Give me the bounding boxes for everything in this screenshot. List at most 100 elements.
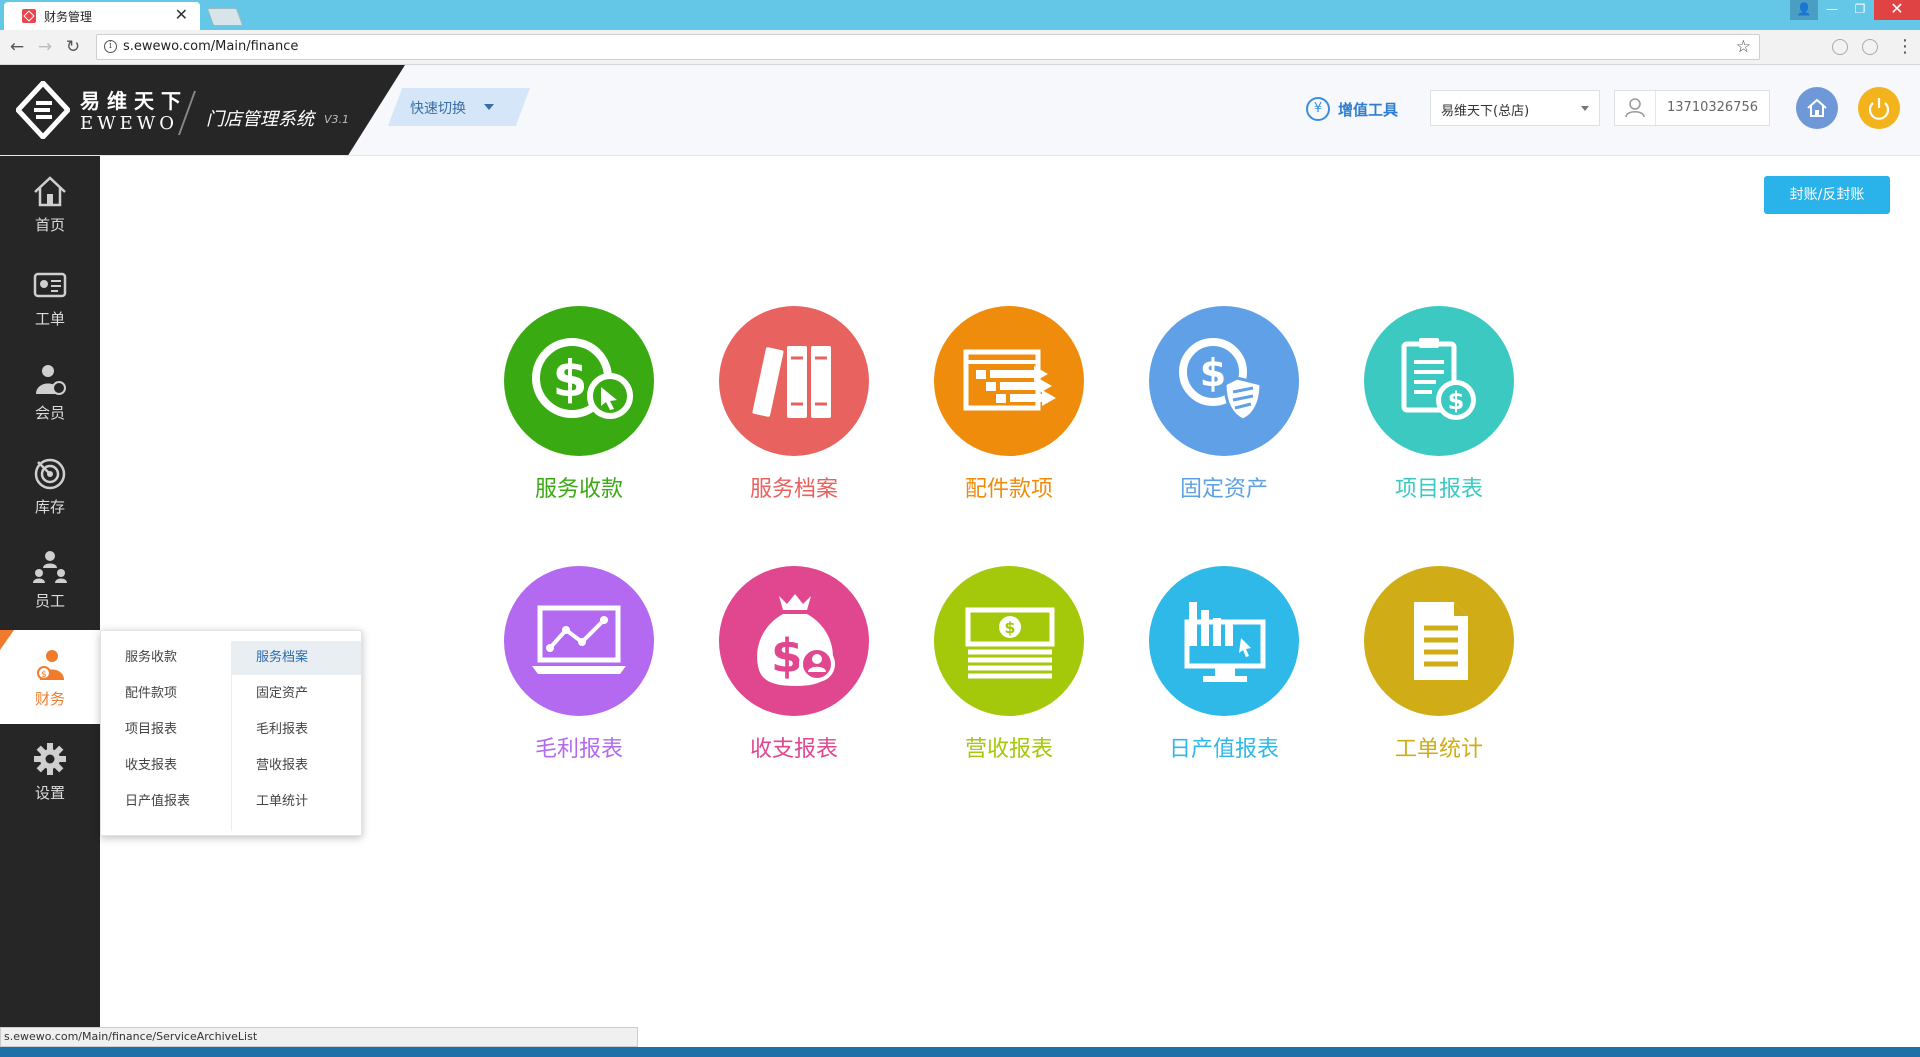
quick-switch-button[interactable]: 快速切换 [388, 88, 530, 126]
reload-icon[interactable]: ↻ [62, 36, 84, 58]
ewewo-logo-icon [16, 81, 70, 139]
sidebar-item-label: 工单 [34, 310, 65, 328]
tile-daily-output-report[interactable]: 日产值报表 [1144, 566, 1304, 776]
submenu-item-fixed-assets[interactable]: 固定资产 [231, 677, 361, 711]
submenu-item-workorder-stats[interactable]: 工单统计 [231, 785, 361, 819]
user-account[interactable]: 13710326756 [1614, 90, 1770, 126]
app-header: 易维天下 EWEWO 门店管理系统 V3.1 快速切换 ¥ 增值工具 易维天下(… [0, 65, 1920, 156]
tile-label: 工单统计 [1394, 737, 1483, 762]
close-window-button[interactable]: ✕ [1874, 0, 1920, 20]
info-icon[interactable]: i [104, 40, 117, 53]
brand-logo[interactable]: 易维天下 EWEWO 门店管理系统 V3.1 [0, 65, 405, 155]
browser-menu-icon[interactable]: ⋮ [1896, 36, 1914, 57]
document-icon [1414, 602, 1468, 680]
extension-icon[interactable] [1862, 39, 1878, 55]
member-icon [36, 365, 66, 395]
tile-circle: $ [934, 566, 1084, 716]
submenu-item-income-expense-report[interactable]: 收支报表 [101, 749, 231, 783]
tile-income-expense-report[interactable]: $ 收支报表 [714, 566, 874, 776]
submenu-item-service-payment[interactable]: 服务收款 [101, 641, 231, 675]
back-arrow-icon[interactable]: ← [6, 36, 28, 58]
svg-text:$: $ [553, 350, 588, 408]
dollar-cursor-icon: $ [532, 338, 633, 419]
forward-arrow-icon[interactable]: → [34, 36, 56, 58]
sidebar-item-staff[interactable]: 员工 [0, 532, 100, 626]
svg-text:$: $ [1200, 351, 1226, 395]
tile-label: 毛利报表 [534, 737, 623, 762]
submenu-item-parts-payment[interactable]: 配件款项 [101, 677, 231, 711]
profile-icon[interactable]: 👤 [1790, 0, 1818, 20]
tile-label: 营收报表 [964, 737, 1053, 762]
sidebar-item-settings[interactable]: 设置 [0, 724, 100, 818]
dropdown-arrow-icon [1581, 106, 1589, 111]
minimize-button[interactable]: — [1818, 0, 1846, 20]
tile-circle [1149, 566, 1299, 716]
tile-circle: $ [1149, 306, 1299, 456]
tile-circle [719, 306, 869, 456]
tab-title: 财务管理 [44, 10, 93, 24]
submenu-item-project-report[interactable]: 项目报表 [101, 713, 231, 747]
browser-tab[interactable]: 财务管理 ✕ [4, 2, 200, 30]
new-tab-button[interactable] [206, 8, 244, 26]
transfer-list-icon [963, 349, 1056, 411]
bookmark-star-icon[interactable]: ☆ [1736, 37, 1751, 57]
browser-tab-strip: 财务管理 ✕ 👤 — ❐ ✕ [0, 0, 1920, 30]
house-icon [34, 176, 66, 207]
sidebar: 首页 工单 会员 库存 员工 $ 财务 设置 [0, 156, 100, 1027]
target-icon [34, 458, 66, 490]
home-icon [1807, 98, 1827, 117]
tile-gross-profit-report[interactable]: 毛利报表 [499, 566, 659, 776]
svg-text:$: $ [1004, 618, 1015, 637]
favicon-icon [22, 9, 36, 23]
id-card-icon [33, 272, 67, 298]
tab-close-icon[interactable]: ✕ [175, 5, 188, 24]
submenu-item-revenue-report[interactable]: 营收报表 [231, 749, 361, 783]
url-text[interactable]: s.ewewo.com/Main/finance [123, 39, 298, 54]
sidebar-item-inventory[interactable]: 库存 [0, 438, 100, 532]
quick-switch-label: 快速切换 [410, 101, 466, 117]
submenu-item-daily-output-report[interactable]: 日产值报表 [101, 785, 231, 819]
value-added-tools-label: 增值工具 [1338, 101, 1399, 119]
maximize-button[interactable]: ❐ [1846, 0, 1874, 20]
tile-service-payment[interactable]: $ 服务收款 [499, 306, 659, 516]
tile-circle [1364, 566, 1514, 716]
status-bar-link-preview: s.ewewo.com/Main/finance/ServiceArchiveL… [0, 1027, 638, 1047]
sidebar-item-member[interactable]: 会员 [0, 344, 100, 438]
sidebar-item-label: 员工 [34, 592, 65, 610]
tile-fixed-assets[interactable]: $ 固定资产 [1144, 306, 1304, 516]
sidebar-item-label: 会员 [34, 404, 65, 422]
sidebar-item-label: 首页 [34, 216, 65, 234]
tile-workorder-stats[interactable]: 工单统计 [1359, 566, 1519, 776]
submenu-item-gross-profit-report[interactable]: 毛利报表 [231, 713, 361, 747]
seal-accounts-button[interactable]: 封账/反封账 [1764, 176, 1890, 214]
tile-label: 日产值报表 [1168, 737, 1279, 762]
submenu-item-service-archive[interactable]: 服务档案 [231, 641, 361, 675]
logout-button[interactable] [1858, 87, 1900, 129]
tile-parts-payment[interactable]: 配件款项 [929, 306, 1089, 516]
line-chart-icon [532, 605, 626, 674]
money-bag-icon: $ [757, 594, 835, 686]
tile-service-archive[interactable]: 服务档案 [714, 306, 874, 516]
extension-icon[interactable] [1832, 39, 1848, 55]
svg-text:$: $ [771, 629, 803, 683]
home-button[interactable] [1796, 87, 1838, 129]
tile-circle [504, 566, 654, 716]
tile-circle [934, 306, 1084, 456]
store-select[interactable]: 易维天下(总店) [1430, 90, 1600, 126]
tile-label: 服务收款 [534, 477, 623, 502]
tile-label: 服务档案 [749, 477, 838, 502]
sidebar-item-home[interactable]: 首页 [0, 156, 100, 250]
dollar-shield-icon: $ [1179, 338, 1263, 422]
os-taskbar [0, 1047, 1920, 1057]
address-bar[interactable]: i s.ewewo.com/Main/finance ☆ [96, 34, 1760, 60]
finance-submenu: 服务收款 配件款项 项目报表 收支报表 日产值报表 服务档案 固定资产 毛利报表… [100, 630, 362, 836]
tile-project-report[interactable]: $ 项目报表 [1359, 306, 1519, 516]
tile-label: 项目报表 [1394, 477, 1483, 502]
svg-text:$: $ [41, 670, 47, 680]
tile-circle: $ [1364, 306, 1514, 456]
tile-revenue-report[interactable]: $ 营收报表 [929, 566, 1089, 776]
sidebar-item-finance[interactable]: $ 财务 [0, 630, 100, 724]
sidebar-item-workorder[interactable]: 工单 [0, 250, 100, 344]
clipboard-dollar-icon: $ [1401, 338, 1476, 420]
tile-circle: $ [504, 306, 654, 456]
